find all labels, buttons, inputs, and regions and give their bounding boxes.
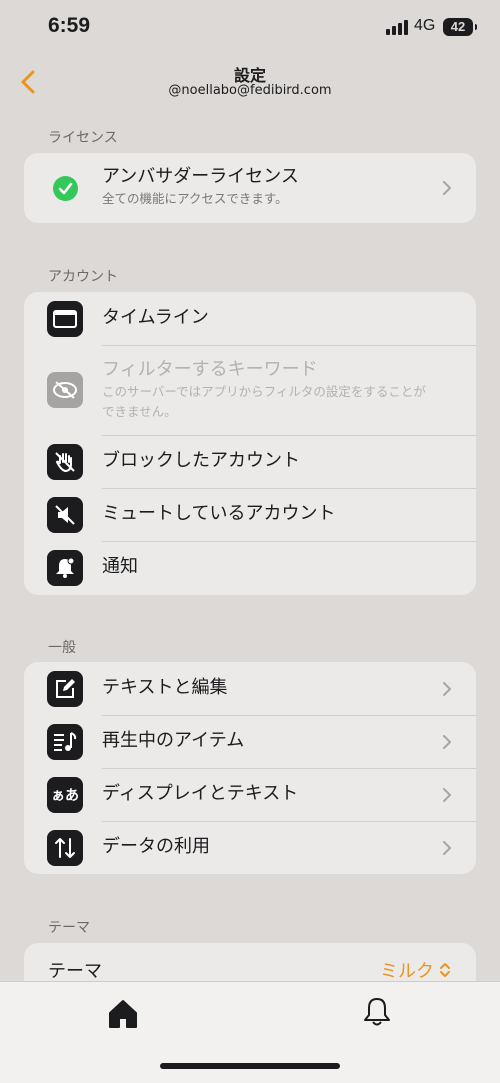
- text-editing-label: テキストと編集: [102, 677, 228, 698]
- checkmark-circle-icon: [53, 176, 78, 201]
- data-usage-label: データの利用: [102, 836, 210, 857]
- filter-keywords-label: フィルターするキーワード: [102, 359, 318, 380]
- display-text-row[interactable]: ぁあ ディスプレイとテキスト: [24, 768, 476, 821]
- data-usage-row[interactable]: データの利用: [24, 821, 476, 874]
- chevron-right-icon: [443, 841, 451, 855]
- muted-accounts-label: ミュートしているアカウント: [102, 503, 336, 524]
- timeline-label: タイムライン: [102, 307, 209, 328]
- section-header-general: 一般: [48, 640, 76, 656]
- text-editing-row[interactable]: テキストと編集: [24, 662, 476, 715]
- bell-icon: [364, 998, 390, 1026]
- ambassador-license-title: アンバサダーライセンス: [102, 166, 299, 187]
- battery-icon: 42: [443, 18, 477, 36]
- now-playing-label: 再生中のアイテム: [102, 730, 245, 751]
- bell-icon: [47, 550, 83, 586]
- arrows-up-down-icon: [47, 830, 83, 866]
- theme-value[interactable]: ミルク: [380, 957, 434, 983]
- eye-slash-icon: [47, 372, 83, 408]
- notifications-row[interactable]: 通知: [24, 541, 476, 594]
- status-bar: 6:59 4G 42: [0, 0, 500, 56]
- now-playing-row[interactable]: 再生中のアイテム: [24, 715, 476, 768]
- timeline-row[interactable]: タイムライン: [24, 292, 476, 345]
- speaker-mute-icon: [47, 497, 83, 533]
- section-header-account: アカウント: [48, 269, 118, 285]
- status-time: 6:59: [48, 14, 91, 37]
- kana-icon: ぁあ: [47, 777, 83, 813]
- license-card: アンバサダーライセンス 全ての機能にアクセスできます。: [24, 153, 476, 223]
- chevron-up-down-icon: [440, 963, 450, 977]
- account-handle: @noellabo@fedibird.com: [168, 83, 332, 98]
- section-header-theme: テーマ: [48, 920, 90, 936]
- chevron-right-icon: [443, 735, 451, 749]
- hand-icon: [47, 444, 83, 480]
- timeline-icon: [47, 301, 83, 337]
- account-card: タイムライン フィルターするキーワード このサーバーではアプリからフィルタの設定…: [24, 292, 476, 595]
- filter-keywords-note: このサーバーではアプリからフィルタの設定をすることができません。: [102, 384, 426, 419]
- filter-keywords-row: フィルターするキーワード このサーバーではアプリからフィルタの設定をすることがで…: [24, 345, 476, 435]
- chevron-right-icon: [443, 788, 451, 802]
- tab-notifications[interactable]: [362, 996, 392, 1028]
- ambassador-license-row[interactable]: アンバサダーライセンス 全ての機能にアクセスできます。: [24, 153, 476, 223]
- muted-accounts-row[interactable]: ミュートしているアカウント: [24, 488, 476, 541]
- tab-home[interactable]: [107, 998, 139, 1030]
- cellular-signal-icon: [386, 19, 408, 35]
- home-indicator: [160, 1063, 340, 1069]
- blocked-accounts-row[interactable]: ブロックしたアカウント: [24, 435, 476, 488]
- nav-header: 設定 @noellabo@fedibird.com: [0, 56, 500, 112]
- display-text-label: ディスプレイとテキスト: [102, 783, 299, 804]
- blocked-accounts-label: ブロックしたアカウント: [102, 450, 300, 471]
- chevron-right-icon: [443, 181, 451, 195]
- home-icon: [109, 1000, 137, 1028]
- ambassador-license-subtitle: 全ての機能にアクセスできます。: [102, 191, 288, 206]
- chevron-right-icon: [443, 682, 451, 696]
- general-card: テキストと編集 再生中のアイテム ぁあ ディスプレイとテキスト データの利用: [24, 662, 476, 874]
- compose-icon: [47, 671, 83, 707]
- theme-label: テーマ: [48, 961, 102, 982]
- section-header-license: ライセンス: [48, 130, 118, 146]
- network-type: 4G: [414, 17, 436, 34]
- notifications-label: 通知: [102, 556, 138, 577]
- music-list-icon: [47, 724, 83, 760]
